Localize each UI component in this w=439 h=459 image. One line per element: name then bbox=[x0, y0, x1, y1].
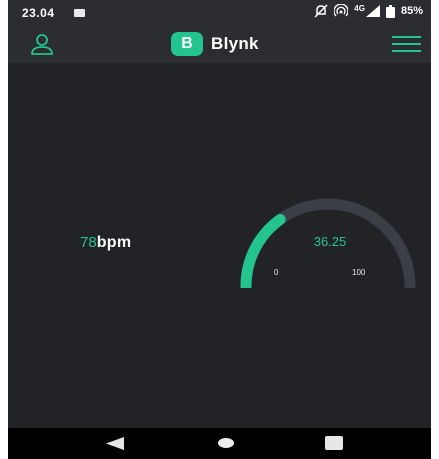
blynk-logo: B Blynk bbox=[171, 32, 259, 56]
status-bar: 23.04 4G 85% bbox=[8, 0, 431, 25]
gauge-value: 36.25 bbox=[313, 234, 347, 249]
muted-icon bbox=[314, 4, 328, 18]
value-display-value: 78 bbox=[80, 234, 97, 251]
profile-icon[interactable] bbox=[30, 33, 54, 55]
nav-bar bbox=[8, 428, 431, 459]
battery-icon bbox=[385, 4, 395, 18]
battery-percent: 85% bbox=[400, 5, 423, 17]
logo-badge: B bbox=[171, 32, 203, 56]
phone-screen: 23.04 4G 85% B Blynk 78bpm 36.25 0 100 bbox=[8, 0, 431, 459]
gauge-min-label: 0 bbox=[274, 268, 279, 277]
network-type: 4G bbox=[354, 4, 365, 13]
app-title: Blynk bbox=[211, 34, 259, 53]
signal-icon bbox=[365, 5, 380, 17]
app-bar: B Blynk bbox=[8, 25, 431, 63]
value-display-unit: bpm bbox=[96, 234, 132, 251]
menu-icon[interactable] bbox=[392, 36, 421, 52]
home-icon[interactable] bbox=[218, 438, 234, 448]
back-icon[interactable] bbox=[106, 437, 124, 450]
image-icon bbox=[74, 9, 85, 17]
value-display-widget[interactable]: 78bpm bbox=[80, 234, 131, 252]
gauge-fill bbox=[240, 213, 286, 345]
gauge-max-label: 100 bbox=[352, 268, 366, 277]
gauge-widget[interactable]: 36.25 0 100 bbox=[230, 188, 426, 345]
hotspot-icon bbox=[334, 4, 349, 17]
status-time: 23.04 bbox=[22, 6, 55, 20]
recents-icon[interactable] bbox=[325, 436, 343, 450]
status-icons: 4G 85% bbox=[314, 4, 423, 18]
